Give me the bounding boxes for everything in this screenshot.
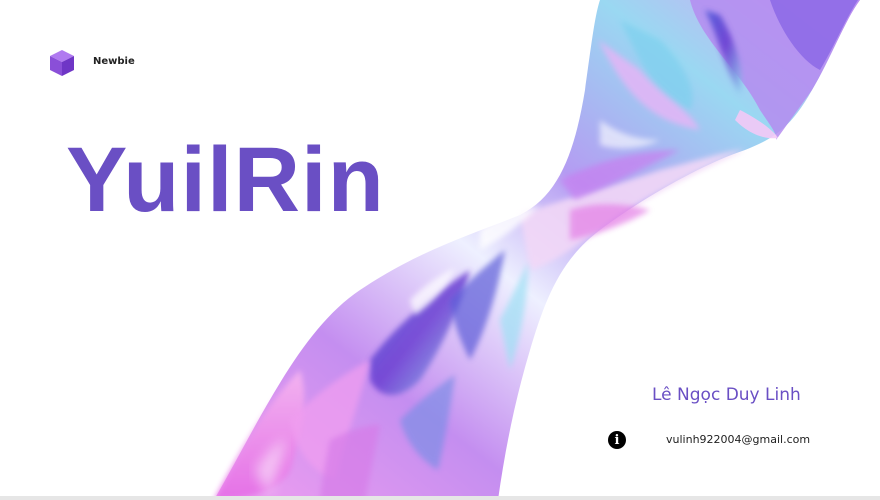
info-icon: i [608,431,626,449]
holographic-fabric-image [214,0,860,500]
hero-title: YuilRin [66,129,385,231]
email-text: vulinh922004@gmail.com [666,433,811,446]
bottom-divider [0,496,880,500]
author-name: Lê Ngọc Duy Linh [652,385,801,405]
slide: Newbie YuilRin Lê Ngọc Duy Linh i vulinh… [0,0,880,500]
cube-icon [48,48,76,78]
brand-label: Newbie [93,56,135,67]
